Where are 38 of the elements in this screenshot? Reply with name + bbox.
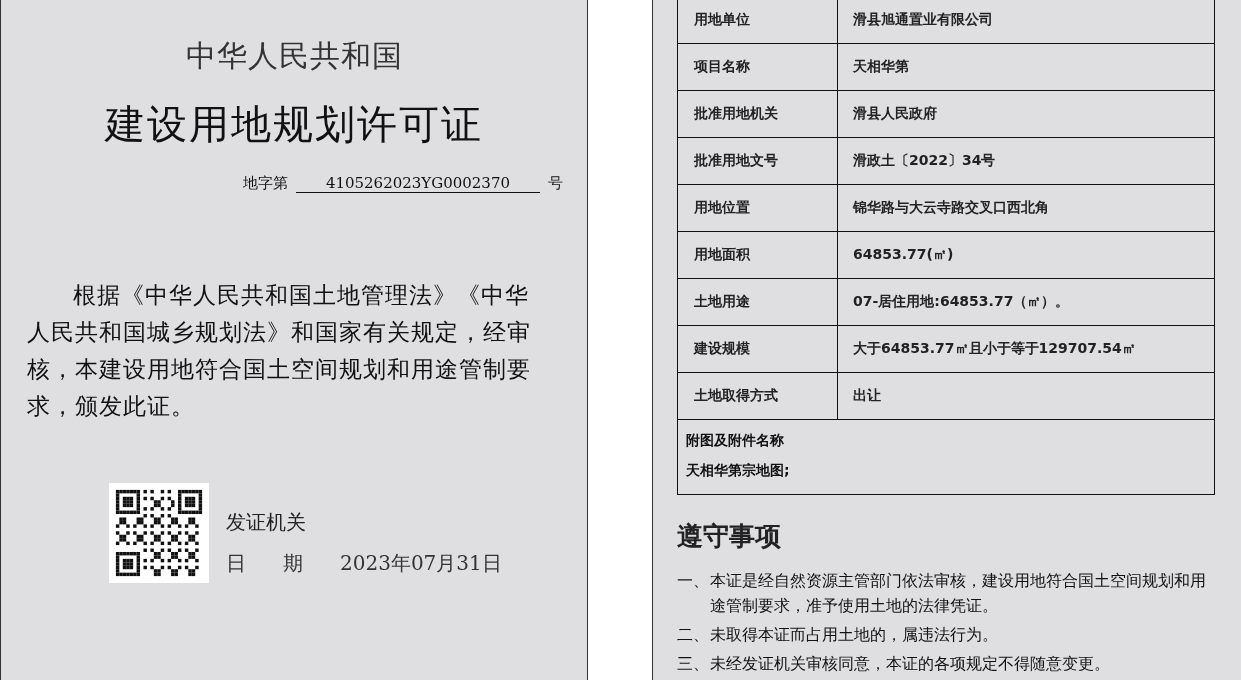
attachments-label: 附图及附件名称 [686,432,785,450]
field-label-cell: 批准用地机关 [678,91,838,137]
field-value-cell-text: 滑县人民政府 [852,104,938,123]
country-heading: 中华人民共和国 [185,37,403,75]
field-value-cell-text: 64853.77(㎡) [852,245,955,264]
notice-number: 三、 [677,653,710,675]
notice-text: 未经发证机关审核同意，本证的各项规定不得随意变更。 [710,653,1110,675]
attachments-value: 天相华第宗地图; [686,462,791,480]
notices-heading: 遵守事项 [677,520,782,553]
issue-date: 2023年07月31日 [340,550,502,577]
field-label-cell: 用地单位 [678,0,838,43]
field-label-cell: 土地用途 [678,279,838,325]
notice-text: 本证是经自然资源主管部门依法审核，建设用地符合国土空间规划和用途管制要求，准予使用土地的法律凭证。 [710,570,1207,617]
certificate-paragraph: 根据《中华人民共和国土地管理法》《中华人民共和国城乡规划法》和国家有关规定，经审核，本建设用地符合国土空间规划和用途管制要求，颁发此证。 [27,281,532,421]
field-value-cell-text: 滑县旭通置业有限公司 [852,10,994,29]
notice-text: 未取得本证而占用土地的，属违法行为。 [710,624,998,646]
certificate-title: 建设用地规划许可证 [105,100,483,149]
field-label-cell: 项目名称 [678,44,838,90]
field-label-cell: 用地面积 [678,232,838,278]
issuer-label: 发证机关 [226,509,307,536]
notice-number: 二、 [677,624,710,646]
field-value-cell-text: 大于64853.77㎡且小于等于129707.54㎡ [852,339,1137,358]
qr-code-icon [109,483,209,583]
field-value-cell-text: 天相华第 [852,57,910,76]
field-label-cell: 建设规模 [678,326,838,372]
field-label-cell: 批准用地文号 [678,138,838,184]
notice-number: 一、 [677,570,710,592]
field-label-cell: 用地位置 [678,185,838,231]
date-label: 日 [226,550,247,577]
date-label: 期 [283,550,304,577]
field-value-cell-text: 07-居住用地:64853.77（㎡）。 [852,292,1071,311]
number-label: 地字第 [242,174,288,193]
number-suffix: 号 [548,174,563,193]
certificate-number: 4105262023YG0002370 [295,174,540,193]
field-value-cell-text: 滑政土〔2022〕34号 [852,151,997,170]
field-value-cell-text: 出让 [852,386,882,405]
field-value-cell-text: 锦华路与大云寺路交叉口西北角 [851,198,1050,217]
field-label-cell: 土地取得方式 [678,373,838,419]
